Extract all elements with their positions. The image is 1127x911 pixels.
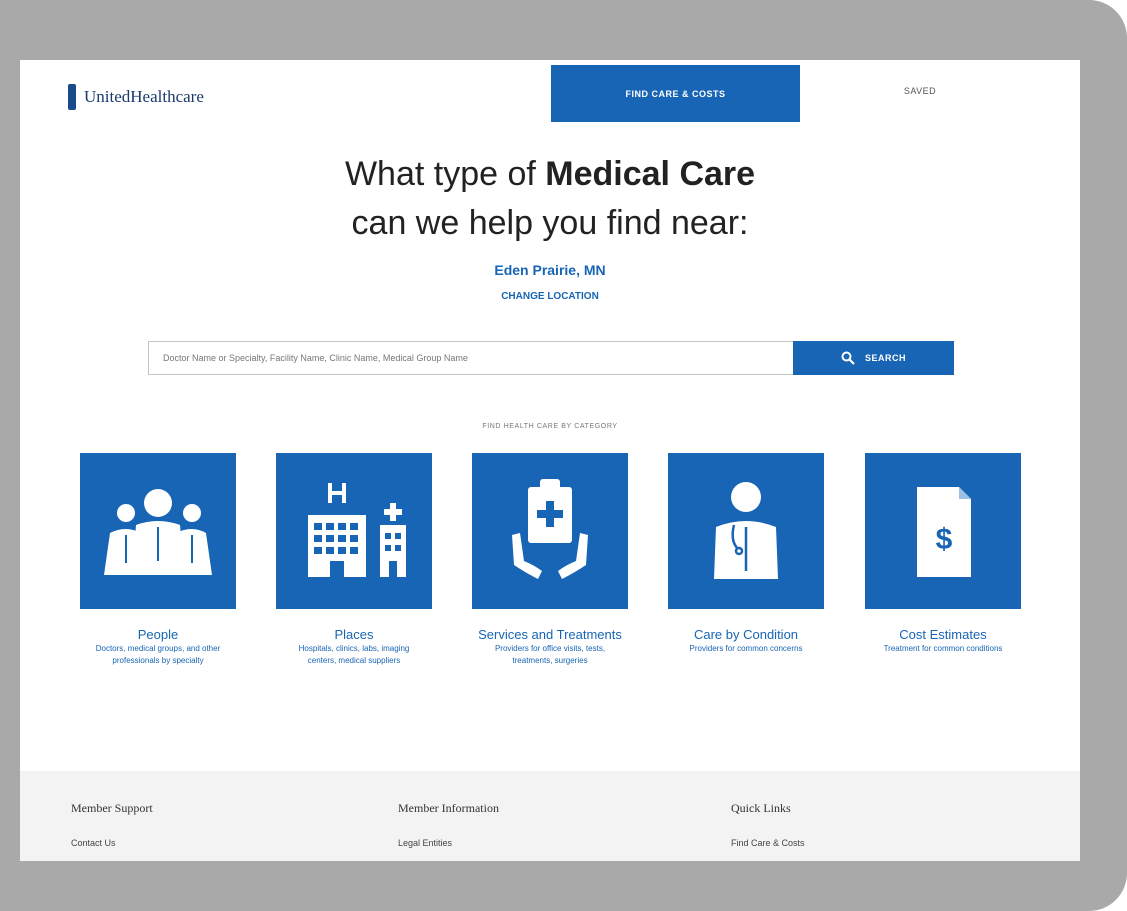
tablet-frame: UnitedHealthcare FIND CARE & COSTS SAVED… bbox=[0, 0, 1127, 911]
page-footer: Member Support Contact Us Member Informa… bbox=[20, 771, 1080, 861]
current-location: Eden Prairie, MN bbox=[494, 262, 606, 278]
headline-text: What type of bbox=[344, 155, 546, 193]
category-tile[interactable] bbox=[472, 453, 628, 609]
nav-tab-saved[interactable]: SAVED bbox=[870, 86, 970, 96]
page-headline: What type of Medical Care can we help yo… bbox=[20, 150, 1080, 248]
category-description: treatments, surgeries bbox=[512, 656, 588, 665]
category-tile[interactable] bbox=[668, 453, 824, 609]
category-description: Treatment for common conditions bbox=[883, 644, 1003, 653]
doctor-icon bbox=[714, 482, 778, 579]
category-card-care-by-condition[interactable]: Care by Condition Providers for common c… bbox=[668, 453, 824, 654]
footer-heading-quick-links: Quick Links bbox=[731, 801, 791, 815]
clipboard-hands-icon bbox=[512, 479, 588, 579]
footer-link-find-care-costs[interactable]: Find Care & Costs bbox=[731, 838, 805, 848]
category-description: professionals by specialty bbox=[112, 656, 204, 665]
category-title[interactable]: Cost Estimates bbox=[865, 627, 1021, 642]
footer-heading-member-support: Member Support bbox=[71, 801, 153, 815]
category-card-cost-estimates[interactable]: $ Cost Estimates Treatment for common co… bbox=[865, 453, 1021, 654]
search-icon bbox=[841, 351, 855, 365]
category-description: Hospitals, clinics, labs, imaging bbox=[298, 644, 410, 653]
category-tile[interactable] bbox=[80, 453, 236, 609]
logo[interactable]: UnitedHealthcare bbox=[68, 84, 204, 110]
people-icon bbox=[104, 489, 212, 575]
category-description: centers, medical suppliers bbox=[307, 656, 401, 665]
headline-emphasis: Medical Care bbox=[545, 155, 756, 193]
category-description: Doctors, medical groups, and other bbox=[95, 644, 221, 653]
category-card-services-treatments[interactable]: Services and Treatments Providers for of… bbox=[472, 453, 628, 666]
search-button-label: SEARCH bbox=[864, 353, 906, 363]
category-title[interactable]: Services and Treatments bbox=[472, 627, 628, 642]
category-description: Providers for common concerns bbox=[689, 644, 803, 653]
category-title[interactable]: Places bbox=[276, 627, 432, 642]
nav-tab-find-care-costs[interactable]: FIND CARE & COSTS bbox=[551, 65, 800, 122]
footer-link-legal-entities[interactable]: Legal Entities bbox=[398, 838, 452, 848]
footer-link-contact-us[interactable]: Contact Us bbox=[71, 838, 116, 848]
logo-text: UnitedHealthcare bbox=[84, 87, 204, 106]
browser-screen: UnitedHealthcare FIND CARE & COSTS SAVED… bbox=[20, 60, 1080, 861]
change-location-link[interactable]: CHANGE LOCATION bbox=[20, 291, 1080, 302]
category-description: Providers for office visits, tests, bbox=[494, 644, 606, 653]
category-tile[interactable]: $ bbox=[865, 453, 1021, 609]
footer-heading-member-information: Member Information bbox=[398, 801, 499, 815]
search-input[interactable] bbox=[148, 341, 793, 375]
svg-text:$: $ bbox=[936, 523, 953, 556]
logo-mark-icon bbox=[68, 84, 76, 110]
category-card-people[interactable]: People Doctors, medical groups, and othe… bbox=[80, 453, 236, 666]
headline-line-2: can we help you find near: bbox=[351, 204, 749, 242]
category-tile[interactable] bbox=[276, 453, 432, 609]
category-title[interactable]: People bbox=[80, 627, 236, 642]
category-title[interactable]: Care by Condition bbox=[668, 627, 824, 642]
search-button[interactable]: SEARCH bbox=[793, 341, 954, 375]
building-icon bbox=[308, 483, 406, 577]
category-section-label: FIND HEALTH CARE BY CATEGORY bbox=[482, 423, 618, 430]
dollar-document-icon: $ bbox=[917, 487, 971, 577]
category-card-places[interactable]: Places Hospitals, clinics, labs, imaging… bbox=[276, 453, 432, 666]
